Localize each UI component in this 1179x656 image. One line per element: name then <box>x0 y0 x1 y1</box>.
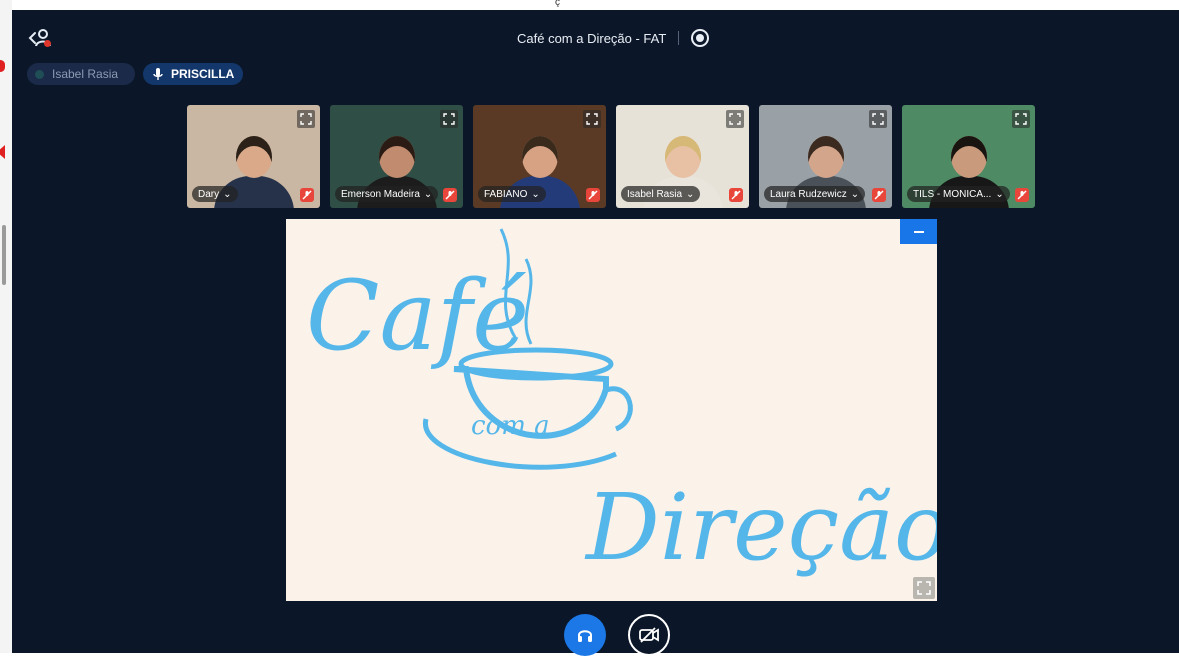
muted-mic-icon <box>586 188 600 202</box>
participant-name: TILS - MONICA... <box>913 188 992 200</box>
status-dot <box>35 69 44 79</box>
participant-name: Dary <box>198 188 220 200</box>
participant-tile[interactable]: Isabel Rasia ⌄ <box>616 105 749 208</box>
expand-icon <box>917 581 931 595</box>
media-controls <box>564 614 670 656</box>
participant-tile[interactable]: Dary ⌄ <box>187 105 320 208</box>
notification-dot <box>0 60 5 72</box>
participant-head <box>950 136 987 178</box>
expand-icon[interactable] <box>1012 110 1030 128</box>
meeting-app: Café com a Direção - FAT Isabel Rasia PR… <box>12 10 1179 656</box>
muted-mic-icon <box>872 188 886 202</box>
participant-head <box>378 136 415 178</box>
chevron-down-icon: ⌄ <box>423 188 433 200</box>
participant-tile[interactable]: FABIANO ⌄ <box>473 105 606 208</box>
participant-name: FABIANO <box>484 188 528 200</box>
chevron-down-icon: ⌄ <box>995 188 1004 200</box>
minimize-icon <box>913 230 924 233</box>
camera-off-icon <box>639 627 659 643</box>
participant-name-tag[interactable]: TILS - MONICA... ⌄ <box>907 186 1010 202</box>
shared-presentation: Café com a Direção <box>286 219 949 601</box>
meeting-title-bar: Café com a Direção - FAT <box>517 28 710 48</box>
participant-name-tag[interactable]: FABIANO ⌄ <box>478 186 546 202</box>
participant-head <box>664 136 701 178</box>
notification-dot <box>44 40 51 47</box>
scrollbar-thumb[interactable] <box>2 225 6 285</box>
talker-pill-isabel[interactable]: Isabel Rasia <box>27 63 135 85</box>
headphones-button[interactable] <box>564 614 606 656</box>
participant-tile[interactable]: Emerson Madeira ⌄ <box>330 105 463 208</box>
cafe-logo: Café com a Direção <box>306 228 949 581</box>
participant-head <box>235 136 272 178</box>
camera-button[interactable] <box>628 614 670 656</box>
participant-head <box>521 136 558 178</box>
talker-name: Isabel Rasia <box>52 67 119 81</box>
participant-name: Emerson Madeira <box>341 188 420 200</box>
expand-icon[interactable] <box>726 110 744 128</box>
expand-icon[interactable] <box>297 110 315 128</box>
participant-video-row: Dary ⌄ Emerson Madeira ⌄ FABIANO ⌄ Isabel Rasi… <box>187 105 1035 208</box>
participant-name-tag[interactable]: Laura Rudzewicz ⌄ <box>764 186 866 202</box>
participant-name-tag[interactable]: Dary ⌄ <box>192 186 238 202</box>
chevron-down-icon: ⌄ <box>223 188 232 200</box>
talker-pill-priscilla[interactable]: PRISCILLA <box>143 63 243 85</box>
chevron-down-icon: ⌄ <box>531 188 540 200</box>
muted-mic-icon <box>1015 188 1029 202</box>
window-top-text: ç <box>555 0 560 8</box>
record-icon[interactable] <box>691 29 710 47</box>
expand-icon[interactable] <box>583 110 601 128</box>
mic-icon <box>153 68 163 80</box>
expand-presentation-button[interactable] <box>913 577 935 599</box>
expand-icon[interactable] <box>440 110 458 128</box>
participant-name: Laura Rudzewicz <box>770 188 847 200</box>
participant-name-tag[interactable]: Emerson Madeira ⌄ <box>335 186 439 202</box>
talker-name: PRISCILLA <box>171 67 235 81</box>
window-top-strip: ç <box>12 0 1179 10</box>
logo-cup-text: com a <box>471 411 550 441</box>
participant-tile[interactable]: TILS - MONICA... ⌄ <box>902 105 1035 208</box>
logo-title-line2: Direção <box>584 474 937 581</box>
divider <box>678 31 680 45</box>
minimize-presentation-button[interactable] <box>900 219 937 244</box>
chevron-down-icon: ⌄ <box>850 188 860 200</box>
participant-head <box>807 136 844 178</box>
muted-mic-icon <box>300 188 314 202</box>
chevron-down-icon: ⌄ <box>686 188 695 200</box>
headphones-icon <box>578 630 592 642</box>
muted-mic-icon <box>443 188 457 202</box>
participant-name: Isabel Rasia <box>627 188 683 200</box>
muted-mic-icon <box>729 188 743 202</box>
expand-icon[interactable] <box>869 110 887 128</box>
user-icon[interactable] <box>28 27 52 49</box>
participant-name-tag[interactable]: Isabel Rasia ⌄ <box>621 186 701 202</box>
meeting-title: Café com a Direção - FAT <box>517 30 667 46</box>
collapse-arrow-icon[interactable] <box>0 145 5 159</box>
logo-title-line1: Café <box>306 260 529 372</box>
participant-tile[interactable]: Laura Rudzewicz ⌄ <box>759 105 892 208</box>
